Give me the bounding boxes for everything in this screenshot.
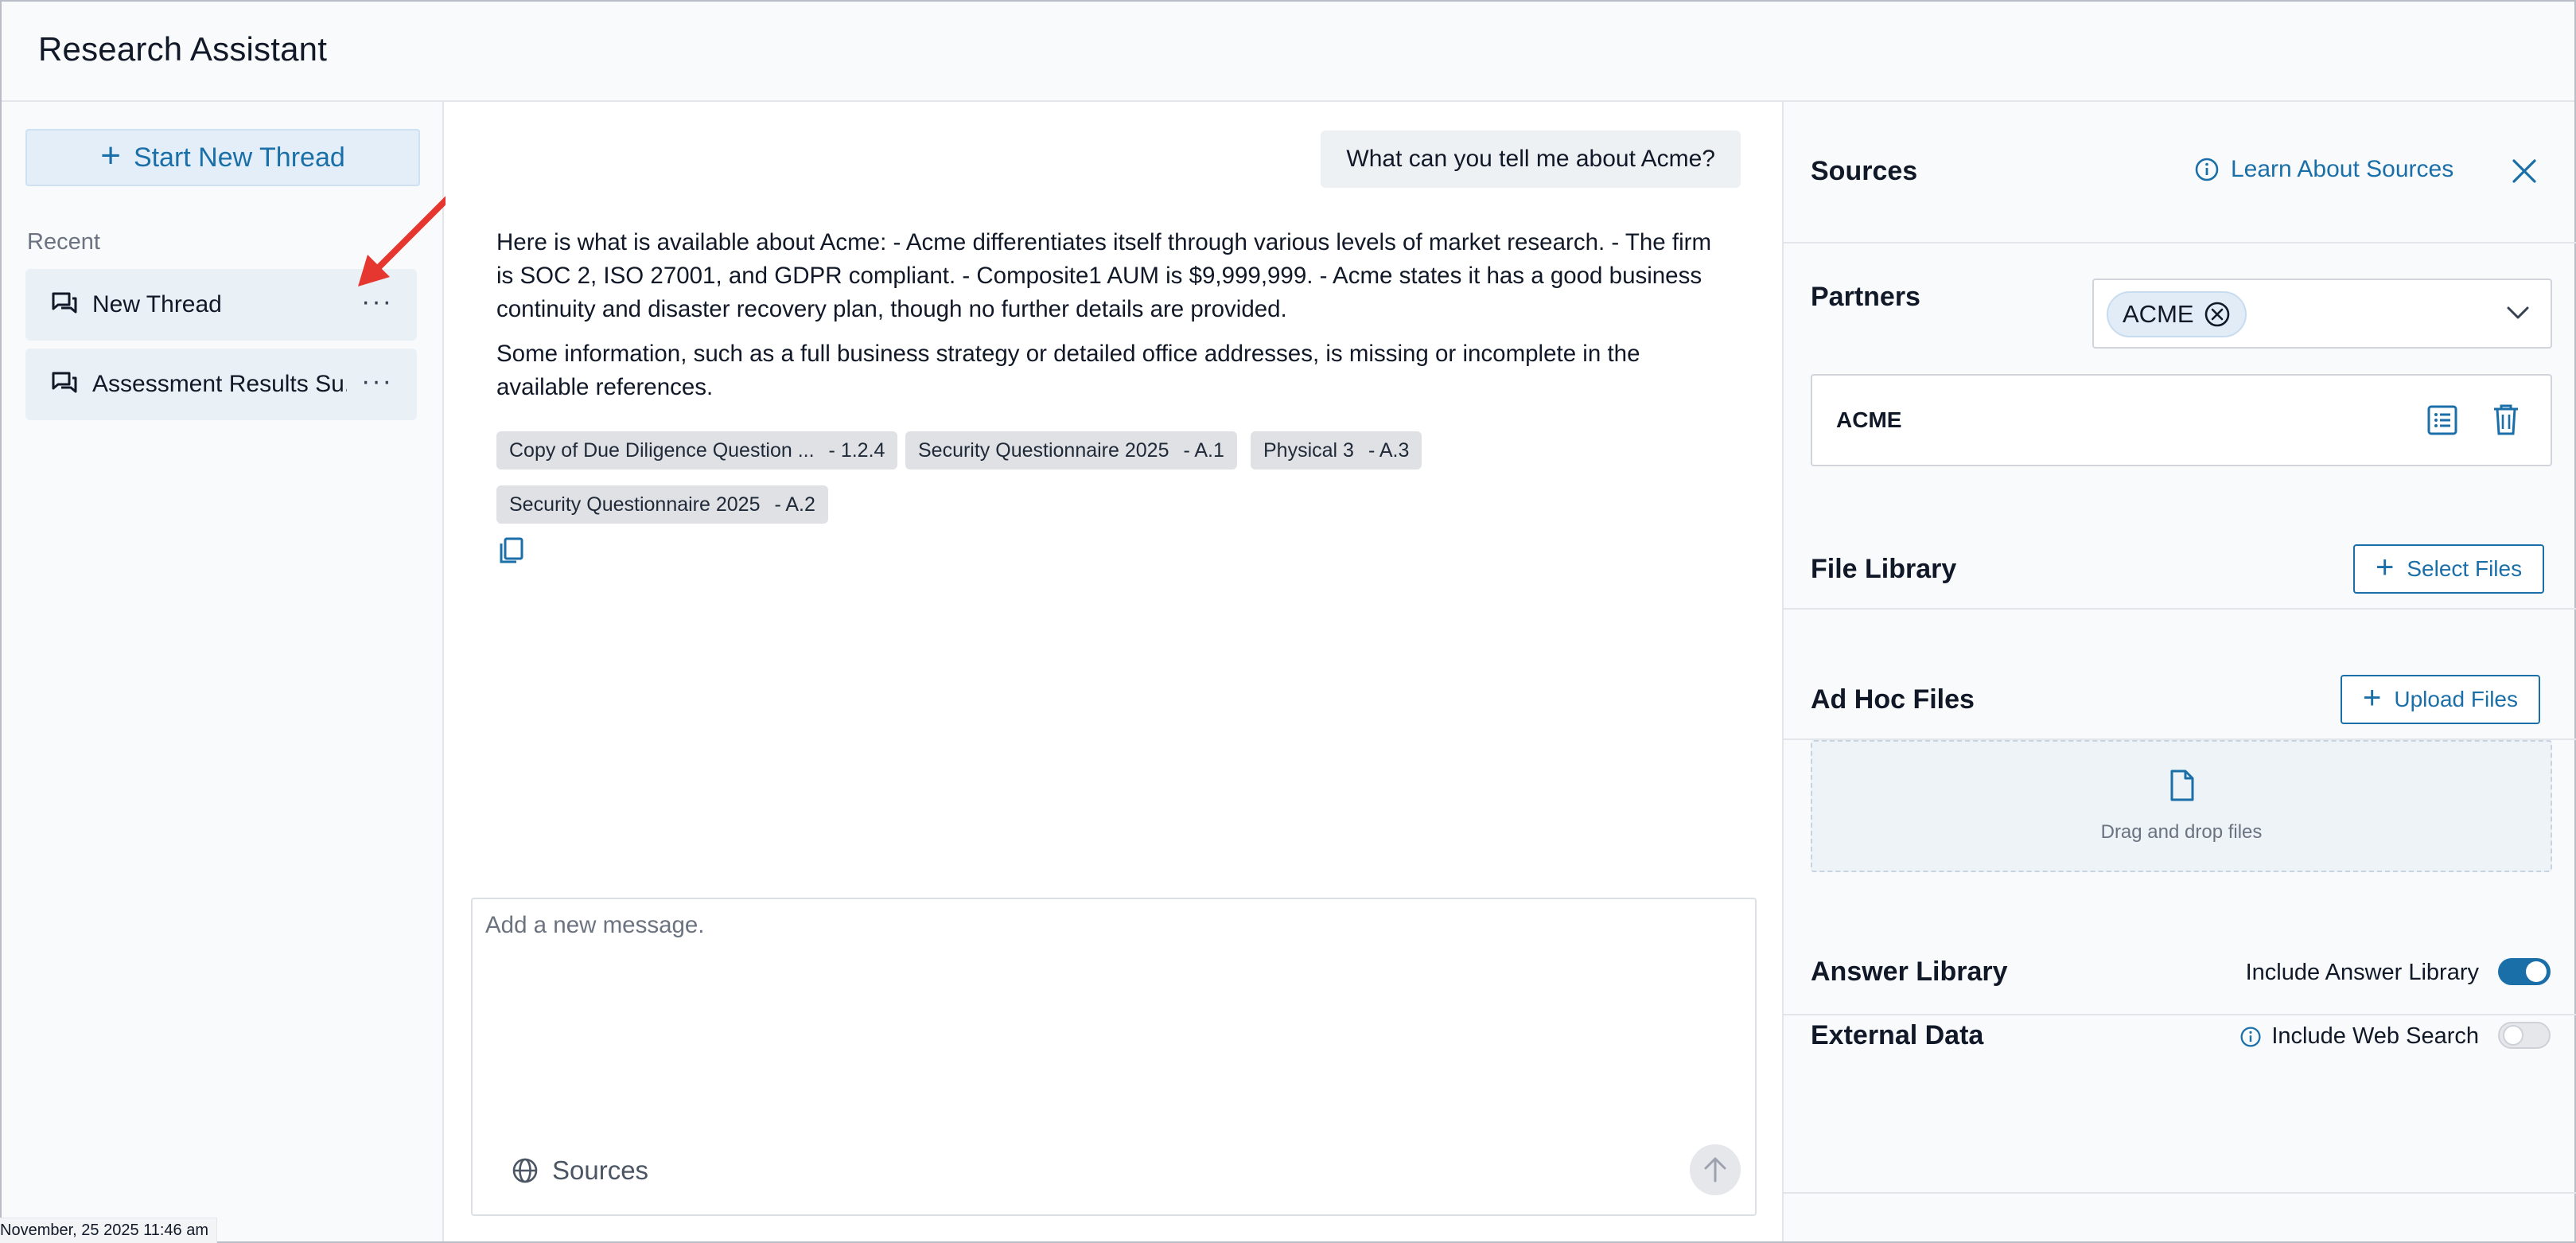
partners-select[interactable]: ACME xyxy=(2092,279,2552,349)
chat-area: What can you tell me about Acme? Here is… xyxy=(446,102,1780,1241)
answer-library-toggle[interactable] xyxy=(2498,958,2551,985)
send-button[interactable] xyxy=(1690,1144,1741,1195)
message-composer: Sources xyxy=(471,898,1757,1216)
copy-icon[interactable] xyxy=(498,536,525,565)
dropzone-text: Drag and drop files xyxy=(2100,821,2263,843)
trash-icon[interactable] xyxy=(2492,403,2520,436)
web-search-toggle-label-group: Include Web Search xyxy=(2239,1023,2479,1050)
globe-icon xyxy=(512,1158,538,1183)
chat-threads-icon xyxy=(52,292,77,314)
assistant-answer: Here is what is available about Acme: - … xyxy=(496,226,1714,415)
select-files-button[interactable]: + Select Files xyxy=(2353,544,2545,594)
more-options-icon[interactable]: ··· xyxy=(361,366,393,397)
timestamp-overlay: November, 25 2025 11:46 am xyxy=(0,1218,218,1243)
remove-tag-icon[interactable] xyxy=(2204,301,2231,328)
file-dropzone[interactable]: Drag and drop files xyxy=(1811,740,2552,872)
app-header: Research Assistant xyxy=(2,2,2574,102)
citation-title: Security Questionnaire 2025 xyxy=(918,438,1169,462)
start-new-thread-button[interactable]: + Start New Thread xyxy=(25,129,420,186)
plus-icon: + xyxy=(2363,680,2382,715)
recent-heading: Recent xyxy=(27,229,100,255)
app-title: Research Assistant xyxy=(38,30,328,68)
citation-chip[interactable]: Physical 3 - A.3 xyxy=(1251,431,1422,470)
select-files-label: Select Files xyxy=(2407,556,2523,581)
sources-header-section: Sources Learn About Sources xyxy=(1784,102,2576,244)
thread-title: Assessment Results Su... xyxy=(92,371,347,397)
arrow-up-icon xyxy=(1704,1157,1726,1183)
citation-ref: - A.1 xyxy=(1183,438,1224,462)
partner-card: ACME xyxy=(1811,374,2552,466)
citation-ref: - 1.2.4 xyxy=(828,438,885,462)
citation-chip[interactable]: Security Questionnaire 2025 - A.2 xyxy=(496,485,828,524)
thread-item-assessment-results[interactable]: Assessment Results Su... ··· xyxy=(25,349,417,420)
web-search-toggle-label: Include Web Search xyxy=(2271,1023,2479,1049)
citation-title: Security Questionnaire 2025 xyxy=(509,493,761,516)
partner-card-name: ACME xyxy=(1836,407,1902,432)
thread-title: New Thread xyxy=(92,291,222,318)
plus-icon: + xyxy=(2376,550,2395,585)
sources-panel: Sources Learn About Sources Partners ACM… xyxy=(1782,102,2576,1241)
adhoc-files-title: Ad Hoc Files xyxy=(1811,684,1975,715)
answer-paragraph: Some information, such as a full busines… xyxy=(496,341,1640,400)
sources-title: Sources xyxy=(1811,156,1918,186)
chevron-down-icon[interactable] xyxy=(2506,304,2530,321)
answer-paragraph: Here is what is available about Acme: - … xyxy=(496,229,1712,322)
citation-chip[interactable]: Security Questionnaire 2025 - A.1 xyxy=(905,431,1237,470)
partner-tag-label: ACME xyxy=(2123,300,2194,328)
close-icon[interactable] xyxy=(2511,158,2538,185)
answer-library-row: Answer Library Include Answer Library xyxy=(1811,953,2551,993)
citation-title: Physical 3 xyxy=(1263,438,1354,462)
annotation-arrow xyxy=(358,191,455,286)
info-icon xyxy=(2195,158,2219,181)
list-details-icon[interactable] xyxy=(2426,404,2458,436)
file-library-title: File Library xyxy=(1811,554,1957,584)
answer-library-toggle-label: Include Answer Library xyxy=(2245,960,2479,985)
citation-ref: - A.3 xyxy=(1368,438,1410,462)
external-data-title: External Data xyxy=(1811,1020,1984,1050)
file-icon xyxy=(2170,770,2194,801)
user-message-bubble: What can you tell me about Acme? xyxy=(1321,131,1741,188)
learn-about-sources-label: Learn About Sources xyxy=(2231,156,2454,182)
citation-title: Copy of Due Diligence Question ... xyxy=(509,438,815,462)
info-icon[interactable] xyxy=(2239,1026,2262,1048)
citation-chip[interactable]: Copy of Due Diligence Question ... - 1.2… xyxy=(496,431,898,470)
start-new-thread-label: Start New Thread xyxy=(133,142,345,173)
plus-icon: + xyxy=(100,136,121,175)
web-search-toggle[interactable] xyxy=(2498,1022,2551,1049)
partners-title: Partners xyxy=(1811,282,1920,312)
upload-files-label: Upload Files xyxy=(2394,687,2518,711)
composer-sources-label: Sources xyxy=(552,1155,649,1185)
chat-threads-icon xyxy=(52,372,77,393)
message-input[interactable] xyxy=(485,912,1742,1119)
learn-about-sources-link[interactable]: Learn About Sources xyxy=(2194,156,2453,183)
upload-files-button[interactable]: + Upload Files xyxy=(2341,675,2540,724)
citation-ref: - A.2 xyxy=(774,493,815,516)
external-data-row: External Data Include Web Search xyxy=(1811,1017,2551,1057)
answer-library-title: Answer Library xyxy=(1811,957,2008,987)
composer-sources-button[interactable]: Sources xyxy=(511,1155,648,1186)
partner-tag: ACME xyxy=(2107,291,2247,337)
